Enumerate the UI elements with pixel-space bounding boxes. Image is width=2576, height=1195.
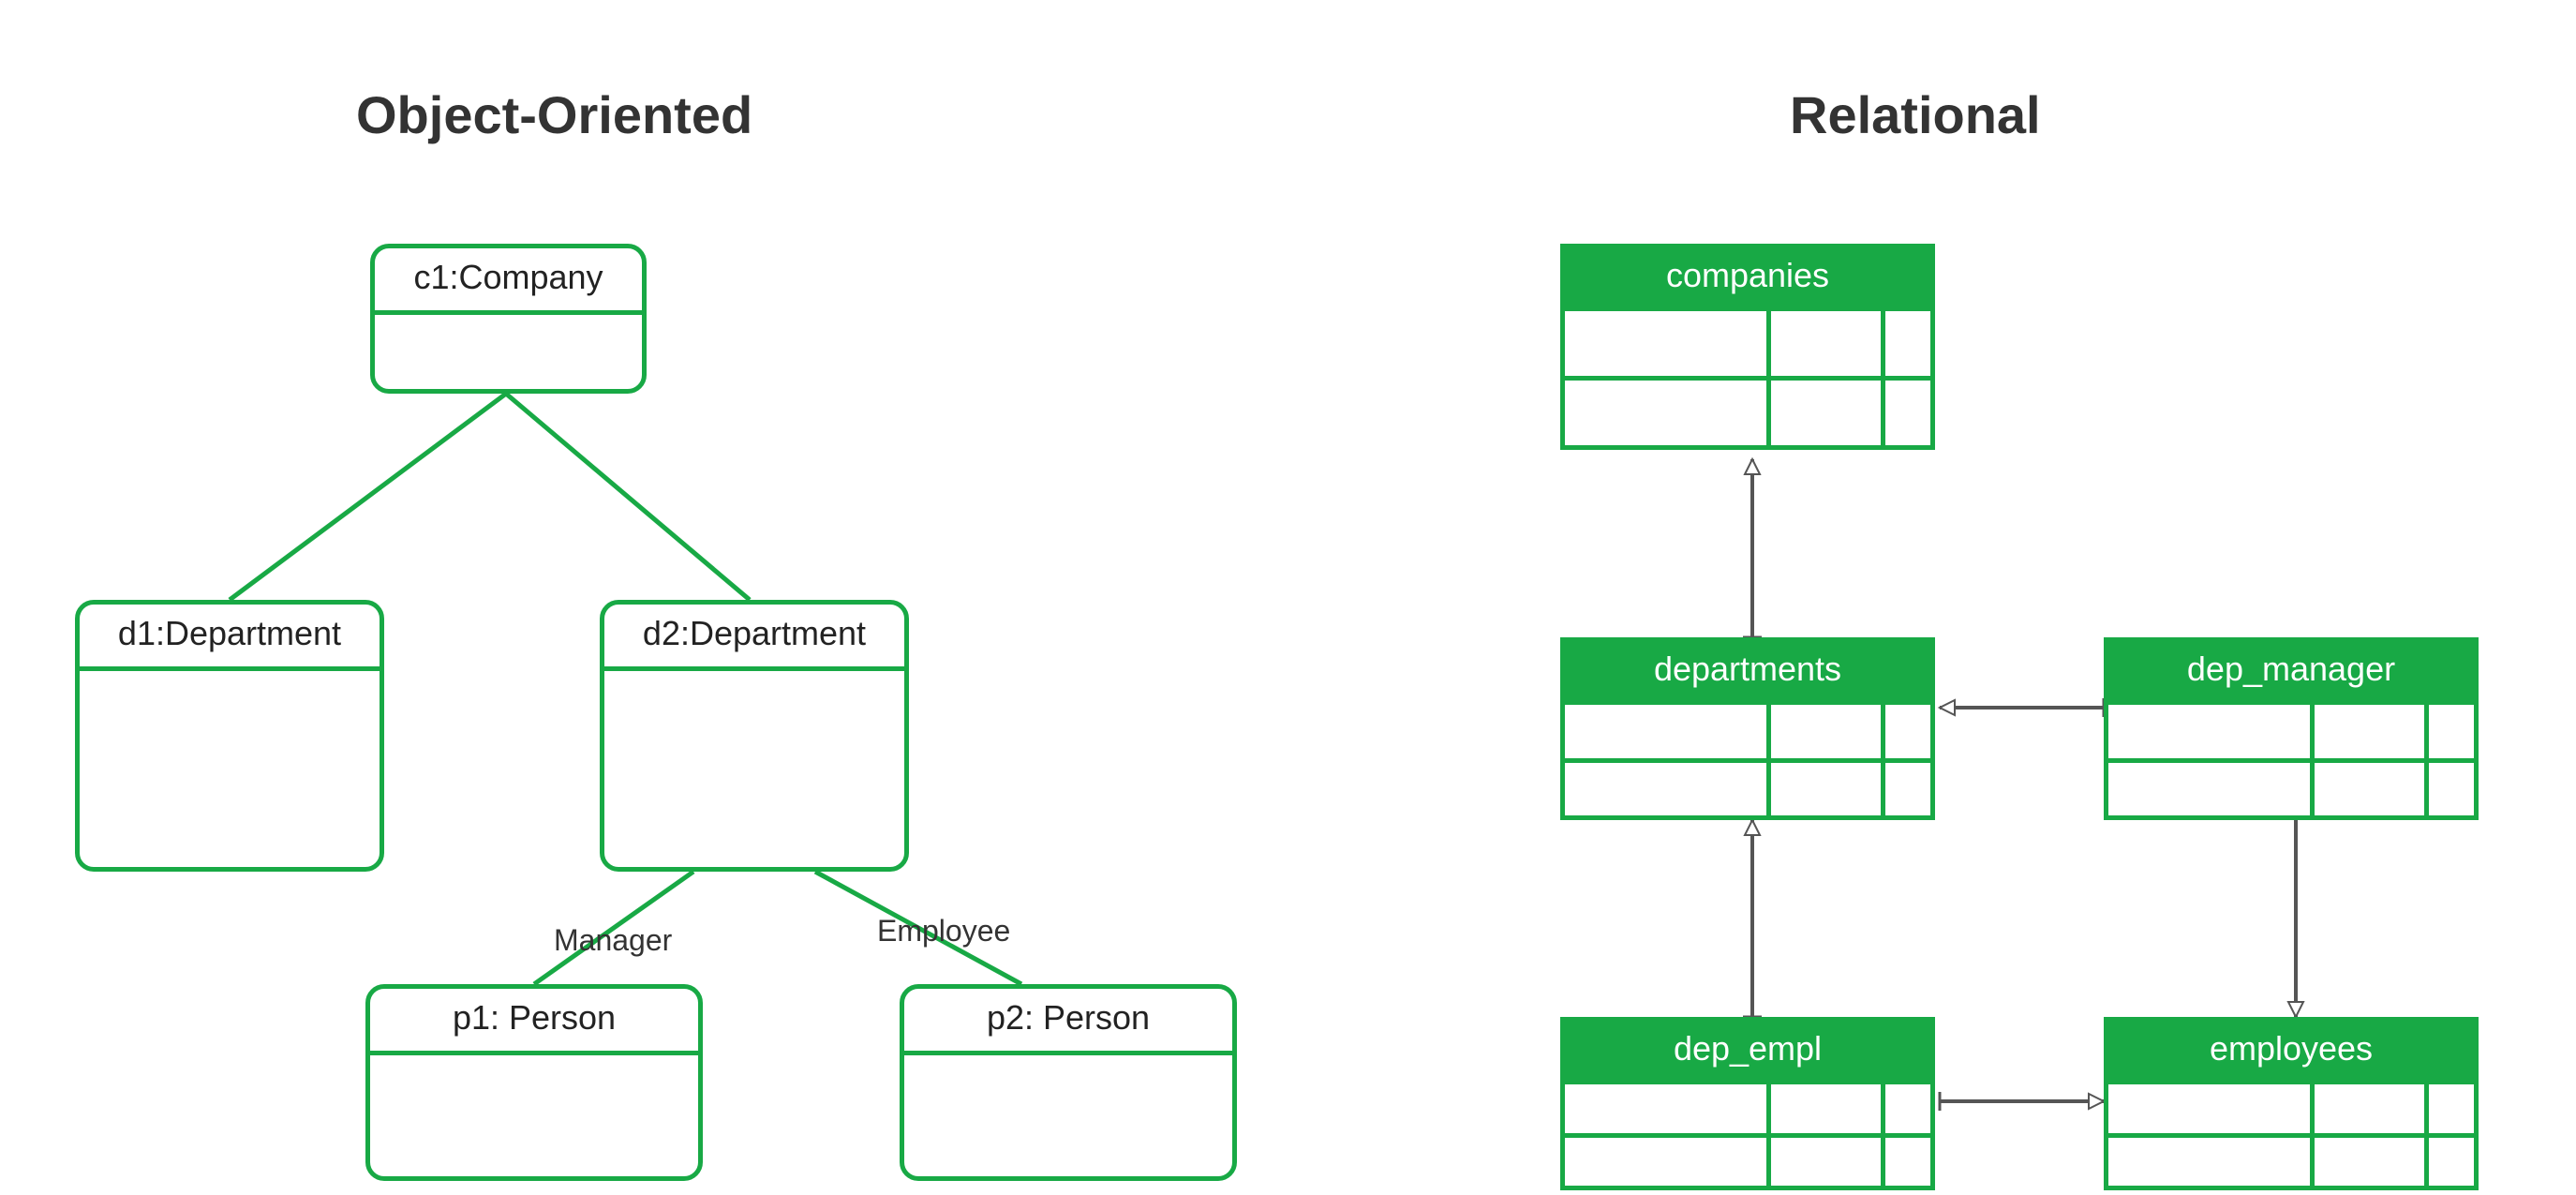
rel-table-departments: departments (1560, 637, 1935, 820)
oo-node-label: p2: Person (904, 989, 1232, 1055)
rel-table-companies: companies (1560, 244, 1935, 450)
edge-label-employee: Employee (871, 914, 1016, 949)
rel-table-header: departments (1565, 642, 1930, 705)
edge-label-manager: Manager (548, 923, 678, 958)
oo-node-label: d1:Department (80, 605, 380, 671)
oo-node-label: p1: Person (370, 989, 698, 1055)
rel-table-dep-empl: dep_empl (1560, 1017, 1935, 1190)
rel-table-header: dep_empl (1565, 1022, 1930, 1084)
oo-node-d1-department: d1:Department (75, 600, 384, 872)
oo-node-label: d2:Department (604, 605, 904, 671)
oo-node-d2-department: d2:Department (600, 600, 909, 872)
rel-table-body (1565, 311, 1930, 445)
rel-table-header: employees (2108, 1022, 2474, 1084)
oo-node-p2-person: p2: Person (900, 984, 1237, 1181)
title-object-oriented: Object-Oriented (356, 84, 752, 145)
rel-table-employees: employees (2104, 1017, 2479, 1190)
rel-table-dep-manager: dep_manager (2104, 637, 2479, 820)
rel-table-header: dep_manager (2108, 642, 2474, 705)
rel-table-header: companies (1565, 248, 1930, 311)
rel-table-body (1565, 1084, 1930, 1186)
rel-table-body (2108, 705, 2474, 815)
rel-table-body (2108, 1084, 2474, 1186)
oo-node-p1-person: p1: Person (365, 984, 703, 1181)
rel-table-body (1565, 705, 1930, 815)
oo-node-c1-company: c1:Company (370, 244, 647, 394)
oo-node-label: c1:Company (375, 248, 642, 315)
title-relational: Relational (1790, 84, 2041, 145)
